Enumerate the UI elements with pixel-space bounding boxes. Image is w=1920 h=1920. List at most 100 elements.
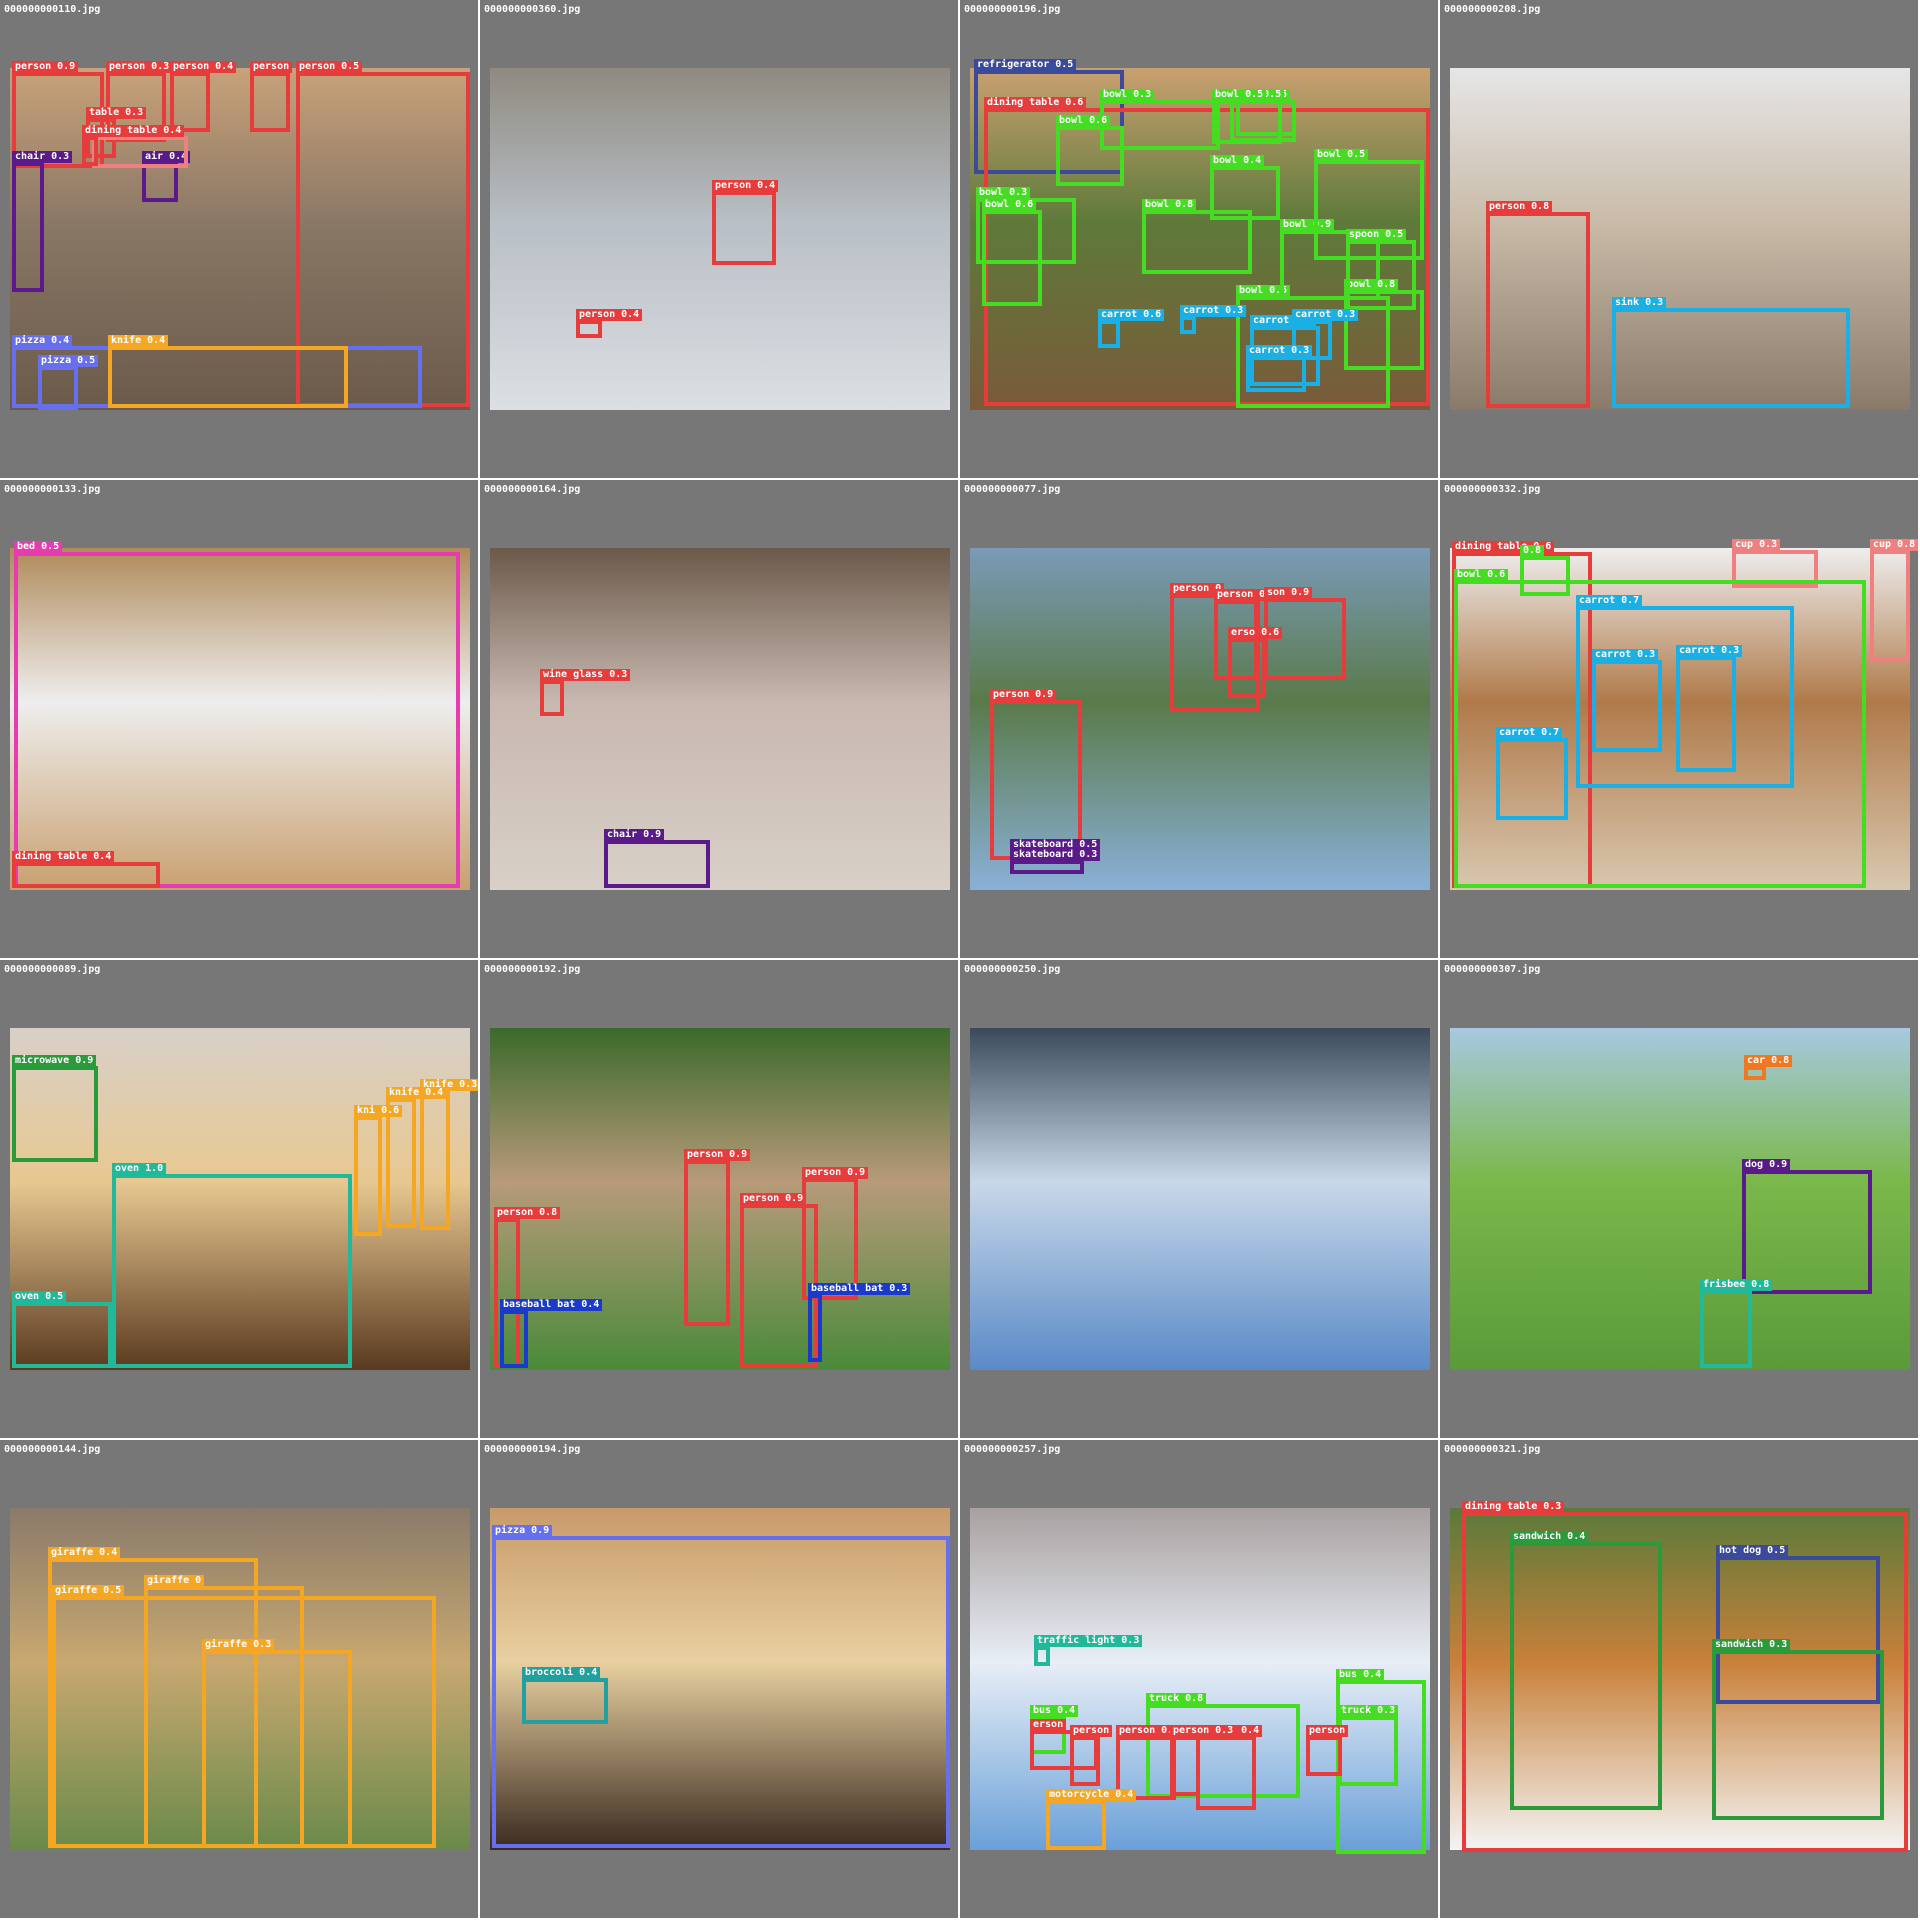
image-filename: 000000000089.jpg [4,964,101,975]
bounding-box: motorcycle 0.4 [1046,1789,1137,1850]
bounding-box: person 0.4 [170,61,237,132]
detection-label: table 0.3 [86,107,147,119]
bounding-box: broccoli 0.4 [522,1667,608,1724]
bounding-box: carrot 0.3 [1676,645,1743,772]
result-tile[interactable]: 000000000133.jpg bed 0.5 dining table 0.4 [0,480,478,958]
result-tile[interactable]: 000000000208.jpg person 0.8 sink 0.3 [1440,0,1918,478]
detection-label: chair 0.3 [12,151,73,163]
detection-label: carrot 0.3 [1592,649,1659,661]
bounding-box: pizza 0.5 [38,355,99,410]
bounding-box: person 0.9 [684,1149,751,1326]
image-filename: 000000000257.jpg [964,1444,1061,1455]
bounding-box: dining table 0.4 [12,851,160,888]
detection-label: bus 0.4 [1030,1705,1079,1717]
detection-label: bowl 0.4 [1210,155,1265,167]
bounding-box: oven 1.0 [112,1163,352,1368]
bounding-box: air 0.4 [142,151,191,202]
detection-results-grid: 000000000110.jpg person 0.9 person 0.3 pers… [0,0,1920,1920]
detection-label: traffic light 0.3 [1034,1635,1143,1647]
bounding-box: chair 0.9 [604,829,710,888]
bounding-box: person 0.3 [1170,1725,1237,1796]
detection-label: kni 0.6 [354,1105,403,1117]
bounding-box: dog 0.9 [1742,1159,1872,1294]
bounding-box: bowl 0.5 [1212,89,1282,144]
result-tile[interactable]: 000000000257.jpg traffic light 0.3 bus 0.4… [960,1440,1438,1918]
detection-label: carrot 0.3 [1676,645,1743,657]
detection-label: person 0.3 [1170,1725,1237,1737]
bounding-box: sandwich 0.4 [1510,1531,1662,1810]
detection-label: person [250,61,293,73]
bounding-box: skateboard 0.3 [1010,849,1101,874]
detection-label: giraffe 0.3 [202,1639,275,1651]
detection-label: person 0.8 [1486,201,1553,213]
bounding-box: person [250,61,293,132]
result-tile[interactable]: 000000000192.jpg person 0.9 person 0.9 pers… [480,960,958,1438]
bounding-box: person [1306,1725,1349,1776]
result-tile[interactable]: 000000000077.jpg person 0 person 0.3 son 0.… [960,480,1438,958]
detection-label: car 0.8 [1744,1055,1793,1067]
bounding-box: erso 0.6 [1228,627,1283,698]
detection-label: dining table 0.3 [1462,1501,1565,1513]
detection-label: chair 0.9 [604,829,665,841]
detection-label: dining table 0.4 [82,125,185,137]
detection-label: baseball bat 0.4 [500,1299,603,1311]
result-tile[interactable]: 000000000250.jpg [960,960,1438,1438]
detection-label: cup 0.8 [1870,539,1918,551]
bounding-box: bowl 0.8 [1142,199,1252,274]
detection-label: person 0.8 [494,1207,561,1219]
bounding-box: dining table 0.4 [82,125,185,166]
detection-label: skateboard 0.3 [1010,849,1101,861]
detection-label: oven 0.5 [12,1291,67,1303]
detection-label: giraffe 0.4 [48,1547,121,1559]
detection-label: microwave 0.9 [12,1055,97,1067]
detection-label: broccoli 0.4 [522,1667,601,1679]
bounding-box: microwave 0.9 [12,1055,98,1162]
result-tile[interactable]: 000000000360.jpg person 0.4 person 0.4 [480,0,958,478]
detection-label: bowl 0.6 [1454,569,1509,581]
detection-label: person 0.9 [990,689,1057,701]
detection-label: carrot 0.7 [1576,595,1643,607]
bounding-box: cup 0.3 [92,125,188,168]
bounding-box: baseball bat 0.3 [808,1283,911,1362]
detection-label: person 0.4 [576,309,643,321]
bounding-box: person 0.9 [740,1193,818,1368]
result-tile[interactable]: 000000000194.jpg pizza 0.9 broccoli 0.4 [480,1440,958,1918]
detection-label: giraffe 0.5 [52,1585,125,1597]
detection-label: son 0.9 [1264,587,1313,599]
image-filename: 000000000360.jpg [484,4,581,15]
detection-label: dining table 0.4 [12,851,115,863]
bounding-box: carrot 0.3 [1246,345,1313,392]
result-tile[interactable]: 000000000321.jpg dining table 0.3 sandwich… [1440,1440,1918,1918]
bounding-box: bowl 0.6 [982,199,1042,306]
detection-label: truck 0.8 [1146,1693,1207,1705]
detection-label: bowl 0.8 [1142,199,1197,211]
detection-label: wine glass 0.3 [540,669,631,681]
bounding-box: sink 0.3 [1612,297,1850,408]
image-filename: 000000000192.jpg [484,964,581,975]
result-tile[interactable]: 000000000144.jpg giraffe 0.4 giraffe 0 gira… [0,1440,478,1918]
bounding-box: person 0.8 [1486,201,1590,408]
result-tile[interactable]: 000000000196.jpg refrigerator 0.5 dining t… [960,0,1438,478]
result-tile[interactable]: 000000000307.jpg car 0.8 dog 0.9 frisbee 0.… [1440,960,1918,1438]
image-filename: 000000000110.jpg [4,4,101,15]
result-tile[interactable]: 000000000089.jpg microwave 0.9 knife 0.3 kn… [0,960,478,1438]
detection-label: person [1306,1725,1349,1737]
detection-label: person 0.4 [170,61,237,73]
bounding-box: knife 0.4 [108,335,348,408]
bounding-box: carrot 0.3 [1592,649,1662,752]
detection-label: bus 0.4 [1336,1669,1385,1681]
detection-label: oven 1.0 [112,1163,167,1175]
detection-label: pizza 0.5 [38,355,99,367]
bounding-box: bowl 0.5 [1314,149,1424,260]
detection-label: motorcycle 0.4 [1046,1789,1137,1801]
image-filename: 000000000144.jpg [4,1444,101,1455]
result-tile[interactable]: 000000000164.jpgbottle 0.3wine glass 0.3… [480,480,958,958]
bounding-box: carrot 0.7 [1496,727,1568,820]
detection-label: carrot 0.6 [1098,309,1165,321]
detection-label: baseball bat 0.3 [808,1283,911,1295]
result-tile[interactable]: 000000000110.jpg person 0.9 person 0.3 pers… [0,0,478,478]
detection-label: dining table 0.6 [984,97,1087,109]
detection-label: person 0.4 [712,180,779,192]
detection-label: person 0.9 [740,1193,807,1205]
result-tile[interactable]: 000000000332.jpg dining table 0.6 0.8 cup 0… [1440,480,1918,958]
